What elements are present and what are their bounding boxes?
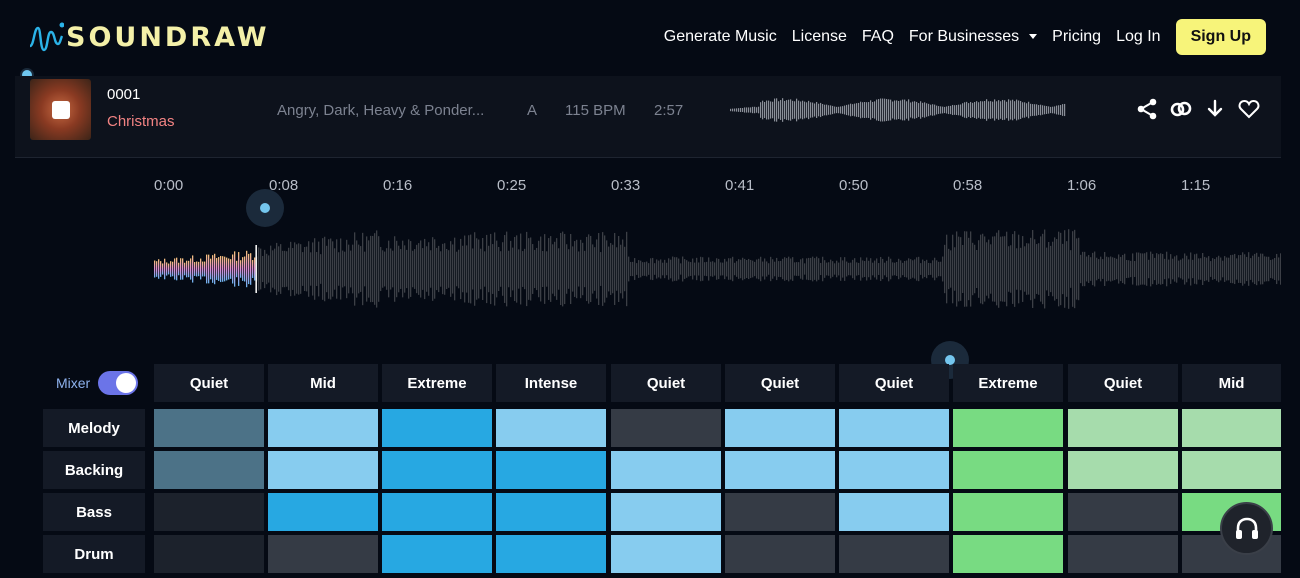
stop-icon[interactable] (52, 101, 70, 119)
mixer-cell[interactable] (268, 493, 378, 531)
time-label: 0:58 (953, 177, 983, 194)
mixer-cell[interactable] (611, 451, 721, 489)
time-label: 0:41 (725, 177, 755, 194)
mixer-cell[interactable] (154, 451, 264, 489)
time-label: 1:06 (1067, 177, 1097, 194)
mixer-cell[interactable] (953, 409, 1063, 447)
segment-label[interactable]: Mid (1182, 364, 1281, 402)
mixer-cell[interactable] (725, 409, 835, 447)
nav-faq[interactable]: FAQ (862, 28, 894, 46)
mixer-cell[interactable] (839, 409, 949, 447)
mixer-cell[interactable] (611, 409, 721, 447)
nav-pricing[interactable]: Pricing (1052, 28, 1101, 46)
mixer-cell[interactable] (154, 409, 264, 447)
track-number: 0001 (107, 86, 141, 103)
segment-label[interactable]: Intense (496, 364, 606, 402)
mixer-cell[interactable] (154, 535, 264, 573)
mixer-cell[interactable] (953, 451, 1063, 489)
segment-label[interactable]: Quiet (611, 364, 721, 402)
mixer-cell[interactable] (611, 493, 721, 531)
heart-icon[interactable] (1237, 97, 1261, 121)
time-label: 0:00 (154, 177, 184, 194)
mixer-cell[interactable] (268, 451, 378, 489)
row-label-drum: Drum (43, 535, 145, 573)
mixer-cell[interactable] (154, 493, 264, 531)
nav-license[interactable]: License (792, 28, 847, 46)
time-label: 0:25 (497, 177, 527, 194)
time-label: 1:15 (1181, 177, 1211, 194)
mixer-cell[interactable] (725, 451, 835, 489)
main-waveform[interactable] (154, 211, 1281, 327)
mixer-cell[interactable] (496, 409, 606, 447)
headset-icon[interactable] (1220, 502, 1273, 555)
mixer-cell[interactable] (382, 409, 492, 447)
nav-generate-music[interactable]: Generate Music (664, 28, 777, 46)
mixer-cell[interactable] (268, 535, 378, 573)
mixer-cell[interactable] (839, 493, 949, 531)
share-icon[interactable] (1135, 97, 1159, 121)
download-icon[interactable] (1203, 97, 1227, 121)
mixer-toggle[interactable] (98, 371, 138, 395)
mixer-cell[interactable] (382, 451, 492, 489)
track-name[interactable]: Christmas (107, 113, 175, 130)
segment-label[interactable]: Extreme (382, 364, 492, 402)
logo-text: SOUNDRAW (66, 21, 270, 53)
mixer-cell[interactable] (953, 493, 1063, 531)
track-mini-waveform[interactable] (730, 96, 1082, 124)
track-row: 0001 Christmas Angry, Dark, Heavy & Pond… (15, 76, 1281, 158)
row-label-bass: Bass (43, 493, 145, 531)
mixer-cell[interactable] (268, 409, 378, 447)
mixer-cell[interactable] (382, 535, 492, 573)
row-label-melody: Melody (43, 409, 145, 447)
signup-button[interactable]: Sign Up (1175, 19, 1266, 55)
segment-label[interactable]: Quiet (839, 364, 949, 402)
mixer-cell[interactable] (496, 535, 606, 573)
nav-for-businesses[interactable]: For Businesses (909, 28, 1037, 46)
time-label: 0:16 (383, 177, 413, 194)
mixer-label: Mixer (56, 375, 91, 391)
mixer-cell[interactable] (953, 535, 1063, 573)
mixer-cell[interactable] (1068, 409, 1178, 447)
top-nav: SOUNDRAW Generate Music License FAQ For … (0, 0, 1300, 76)
mixer-cell[interactable] (496, 493, 606, 531)
mixer-cell[interactable] (1182, 451, 1281, 489)
link-icon[interactable] (1169, 97, 1193, 121)
segment-label[interactable]: Quiet (154, 364, 264, 402)
mixer-cell[interactable] (839, 535, 949, 573)
row-label-backing: Backing (43, 451, 145, 489)
time-label: 0:33 (611, 177, 641, 194)
track-bpm: 115 BPM (565, 102, 626, 119)
mixer-cell[interactable] (839, 451, 949, 489)
time-label: 0:50 (839, 177, 869, 194)
logo[interactable]: SOUNDRAW (28, 20, 270, 54)
nav-login[interactable]: Log In (1116, 28, 1160, 46)
segment-label[interactable]: Quiet (725, 364, 835, 402)
segment-label[interactable]: Quiet (1068, 364, 1178, 402)
track-key: A (527, 102, 538, 119)
mixer-cell[interactable] (725, 493, 835, 531)
track-tags: Angry, Dark, Heavy & Ponder... (277, 102, 485, 119)
segment-label[interactable]: Mid (268, 364, 378, 402)
mixer-cell[interactable] (1182, 409, 1281, 447)
track-thumbnail[interactable] (30, 79, 91, 140)
mixer-cell[interactable] (1068, 451, 1178, 489)
mixer-cell[interactable] (496, 451, 606, 489)
mixer-cell[interactable] (1068, 535, 1178, 573)
mixer-cell[interactable] (1068, 493, 1178, 531)
segment-label[interactable]: Extreme (953, 364, 1063, 402)
track-length: 2:57 (654, 102, 684, 119)
logo-wave-icon (29, 22, 64, 52)
mixer-cell[interactable] (725, 535, 835, 573)
mixer-cell[interactable] (611, 535, 721, 573)
mixer-cell[interactable] (382, 493, 492, 531)
